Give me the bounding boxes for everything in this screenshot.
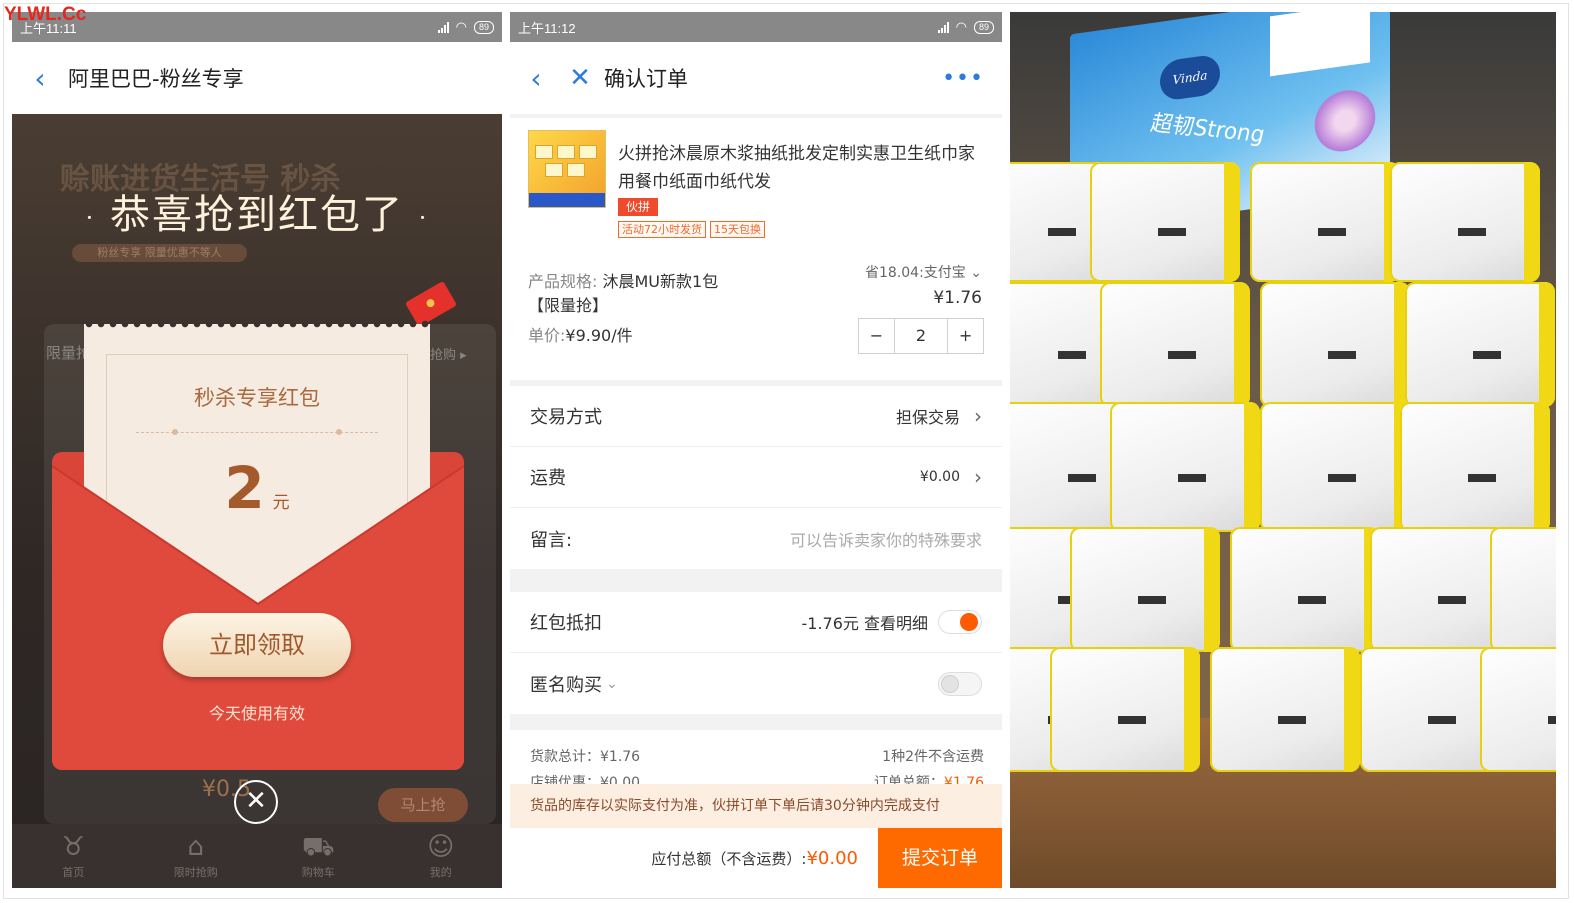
anonymous-row: 匿名购买 ⌄ [510,653,1002,714]
red-packet-row: 红包抵扣 -1.76元 查看明细 [510,592,1002,653]
cow-icon: ♉ [61,831,85,862]
tissue-pack [1110,402,1260,532]
order-options: 交易方式 担保交易 › 运费 ¥0.00 › 留言: 可以告诉卖家你的特殊要求 [510,386,1002,569]
service-tags: 活动72小时发货 15天包换 [618,221,765,238]
more-icon[interactable]: ••• [942,66,984,91]
tab-home[interactable]: ♉ 首页 [12,824,135,888]
message-input: 可以告诉卖家你的特殊要求 [789,530,982,550]
message-row[interactable]: 留言: 可以告诉卖家你的特殊要求 [510,508,1002,569]
nav-bar: ‹ 阿里巴巴-粉丝专享 [12,42,502,114]
red-packet-toggle[interactable] [938,610,982,634]
trade-method-row[interactable]: 交易方式 担保交易 › [510,386,1002,447]
chevron-right-icon: › [974,465,982,489]
payable-total: 应付总额（不含运费）:¥0.00 [651,847,858,869]
chevron-down-icon: ⌄ [970,265,982,281]
tissue-pack [1100,282,1250,407]
tissue-photo: Vinda 超韧Strong [1010,12,1556,888]
cart-icon: ⛟ [301,831,335,862]
minus-button[interactable]: − [859,319,894,353]
discount-options: 红包抵扣 -1.76元 查看明细 匿名购买 ⌄ [510,592,1002,714]
tissue-pack [1400,402,1550,532]
signal-icon [937,21,949,33]
product-thumbnail[interactable] [528,130,606,208]
bg-buy-button: 马上抢 [378,788,468,822]
chevron-right-icon: › [974,404,982,428]
valid-text: 今天使用有效 [208,704,305,723]
tab-cart[interactable]: ⛟ 购物车 [257,824,380,888]
brand-logo: Vinda [1160,53,1220,102]
tissue-pack [1230,527,1380,652]
tab-mine[interactable]: ☺ 我的 [380,824,503,888]
home-icon: ⌂ [187,831,204,862]
checkout-bar: 应付总额（不含运费）:¥0.00 提交订单 [510,828,1002,888]
flower-graphic [1310,80,1380,161]
battery-icon: 89 [473,20,494,34]
bottom-tab-bar: ♉ 首页 ⌂ 限时抢购 ⛟ 购物车 ☺ 我的 [12,824,502,888]
bg-right-text: 抢购 ▸ [430,348,467,363]
product-title[interactable]: 火拼抢沐晨原木浆抽纸批发定制实惠卫生纸巾家用餐巾纸面巾纸代发 [618,140,984,196]
quantity-input[interactable]: 2 [893,319,949,353]
chevron-down-icon: ⌄ [606,675,618,692]
user-icon: ☺ [427,831,455,862]
saving-info[interactable]: 省18.04:支付宝 ⌄ [865,262,982,282]
red-packet-detail-link[interactable]: -1.76元 查看明细 [802,610,929,634]
nav-bar: ‹ ✕ 确认订单 ••• [510,42,1002,114]
group-buy-tag: 伙拼 [618,198,659,216]
tissue-pack [1490,527,1556,652]
tissue-pack [1405,282,1555,407]
battery-icon: 89 [973,20,994,34]
item-count: 1种2件不含运费 [882,749,984,765]
close-icon[interactable]: ✕ [562,63,598,93]
page-title: 阿里巴巴-粉丝专享 [68,67,244,91]
tissue-pack [1260,402,1410,532]
submit-order-button[interactable]: 提交订单 [878,828,1002,888]
product-spec: 产品规格: 沐晨MU新款1包 【限量抢】 [528,272,719,315]
payment-notice: 货品的库存以实际支付为准，伙拼订单下单后请30分钟内完成支付 [510,784,1002,828]
tissue-pack [1260,282,1410,407]
congrats-heading: · 恭喜抢到红包了 · [85,192,429,238]
goods-total: 货款总计：¥1.76 [530,749,641,765]
bg-subline: 粉丝专享 限量优惠不等人 [72,244,247,262]
status-time: 上午11:12 [518,20,576,36]
unit-price: 单价:¥9.90/件 [528,326,633,345]
status-bar: 上午11:12 ◠ 89 [510,12,1002,42]
watermark: YLWL.Cc [4,4,87,25]
tissue-pack [1390,162,1540,282]
wifi-icon: ◠ [455,19,467,34]
back-icon[interactable]: ‹ [510,62,562,95]
product-card: 火拼抢沐晨原木浆抽纸批发定制实惠卫生纸巾家用餐巾纸面巾纸代发 伙拼 活动72小时… [510,118,1002,380]
back-icon[interactable]: ‹ [12,62,68,95]
anonymous-toggle[interactable] [938,671,982,696]
tissue-pack [1480,647,1556,772]
freight-row[interactable]: 运费 ¥0.00 › [510,447,1002,508]
page-title: 确认订单 [604,67,688,91]
quantity-stepper: − 2 + [858,318,984,354]
brand-line: 超韧Strong [1148,110,1268,149]
tissue-pack [1210,647,1360,772]
tag-shipping: 活动72小时发货 [618,221,706,238]
signal-icon [437,21,449,33]
tissue-pack [1090,162,1240,282]
confirm-order-screen: 上午11:12 ◠ 89 ‹ ✕ 确认订单 ••• 火拼抢沐晨原木浆抽纸批发定制… [510,12,1002,888]
plus-button[interactable]: + [948,319,983,353]
close-icon[interactable]: ✕ [234,780,278,824]
tissue-pack [1050,647,1200,772]
wifi-icon: ◠ [955,19,967,34]
claim-button[interactable]: 立即领取 [163,613,351,677]
letter-title: 秒杀专享红包 [194,386,320,410]
tab-flash-sale[interactable]: ⌂ 限时抢购 [135,824,258,888]
tag-exchange: 15天包换 [710,221,765,238]
product-price: ¥1.76 [933,288,982,308]
red-packet-screen: 赊账进货生活号 秒杀 粉丝专享 限量优惠不等人 上午11:11 ◠ 89 ‹ 阿… [12,12,502,888]
tissue-pack [1250,162,1400,282]
tissue-pack [1070,527,1220,652]
